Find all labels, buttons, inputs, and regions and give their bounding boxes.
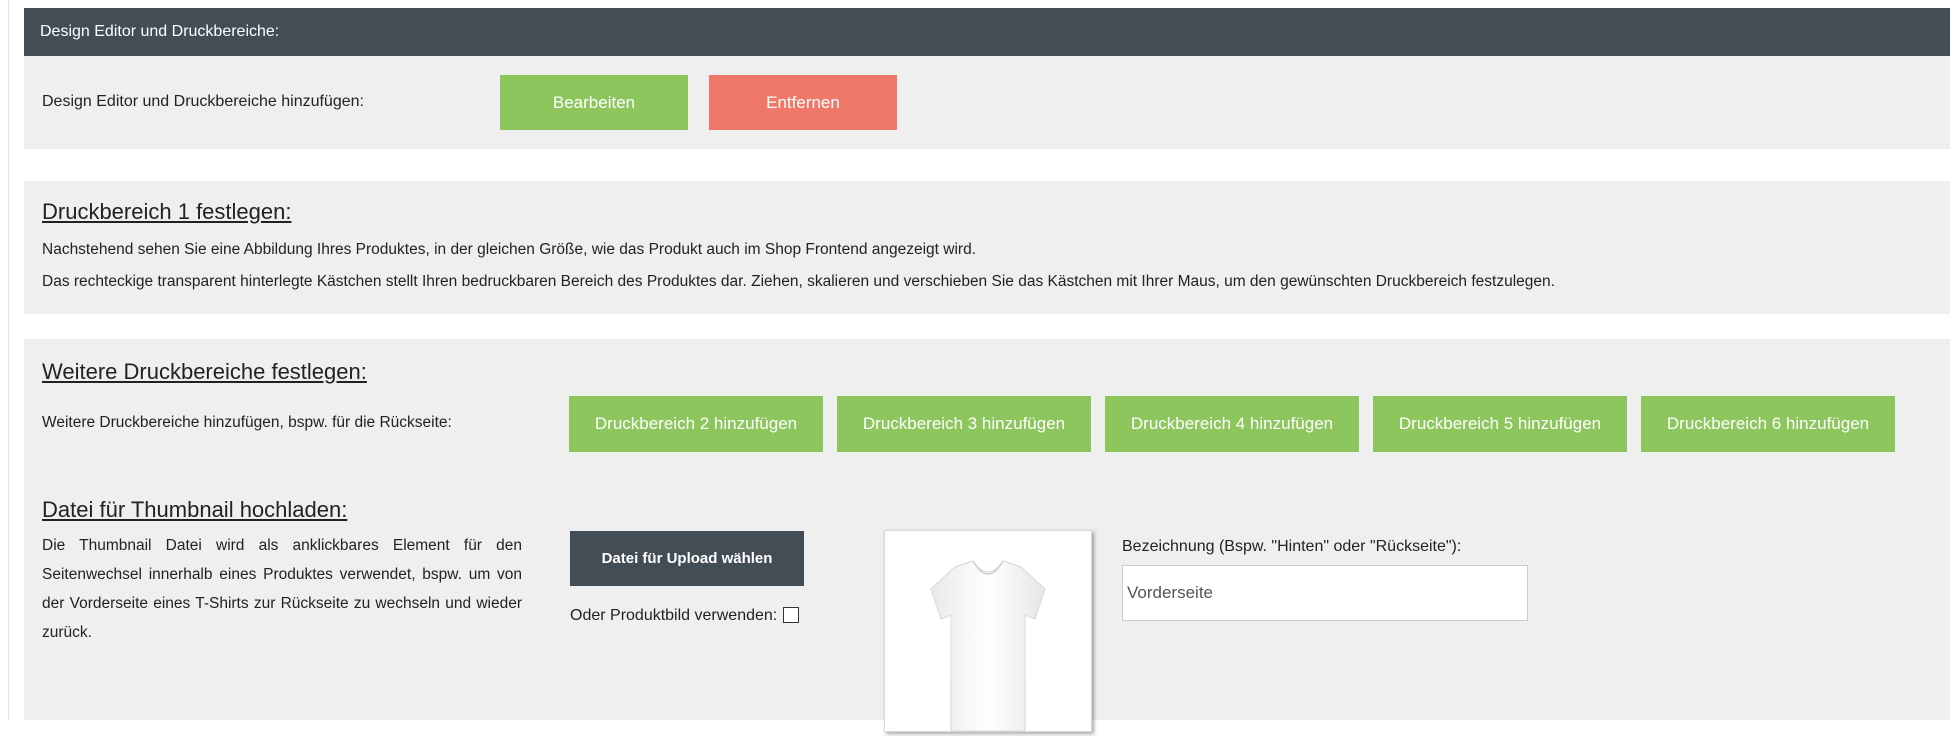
weitere-druckbereiche-description: Weitere Druckbereiche hinzufügen, bspw. …: [42, 414, 452, 431]
page-left-border: [8, 0, 9, 720]
upload-file-button[interactable]: Datei für Upload wählen: [570, 531, 804, 586]
druckbereich-1-text-line1: Nachstehend sehen Sie eine Abbildung Ihr…: [42, 241, 977, 258]
use-product-image-checkbox[interactable]: [783, 607, 800, 623]
add-druckbereich-3-button[interactable]: Druckbereich 3 hinzufügen: [837, 396, 1091, 452]
name-input[interactable]: [1122, 565, 1528, 621]
weitere-druckbereiche-title: Weitere Druckbereiche festlegen:: [42, 359, 367, 384]
add-druckbereich-4-button[interactable]: Druckbereich 4 hinzufügen: [1105, 396, 1359, 452]
use-product-image-row: Oder Produktbild verwenden:: [570, 607, 800, 625]
add-druckbereich-2-button[interactable]: Druckbereich 2 hinzufügen: [569, 396, 823, 452]
design-editor-add-label: Design Editor und Druckbereiche hinzufüg…: [42, 93, 364, 110]
add-druckbereich-5-button[interactable]: Druckbereich 5 hinzufügen: [1373, 396, 1627, 452]
add-druckbereich-6-button[interactable]: Druckbereich 6 hinzufügen: [1641, 396, 1895, 452]
edit-button[interactable]: Bearbeiten: [500, 75, 688, 130]
use-product-image-label: Oder Produktbild verwenden:: [570, 607, 778, 624]
remove-button[interactable]: Entfernen: [709, 75, 897, 130]
design-editor-header: Design Editor und Druckbereiche:: [24, 8, 1950, 56]
thumbnail-title: Datei für Thumbnail hochladen:: [42, 497, 348, 522]
thumbnail-preview: [884, 530, 1092, 732]
druckbereich-1-text-line2: Das rechteckige transparent hinterlegte …: [42, 273, 1555, 290]
druckbereich-1-title: Druckbereich 1 festlegen:: [42, 199, 292, 224]
name-label: Bezeichnung (Bspw. "Hinten" oder "Rückse…: [1122, 538, 1462, 555]
design-editor-header-title: Design Editor und Druckbereiche:: [40, 23, 280, 40]
thumbnail-description: Die Thumbnail Datei wird als anklickbare…: [42, 537, 522, 641]
t-shirt-icon: [930, 560, 1046, 732]
